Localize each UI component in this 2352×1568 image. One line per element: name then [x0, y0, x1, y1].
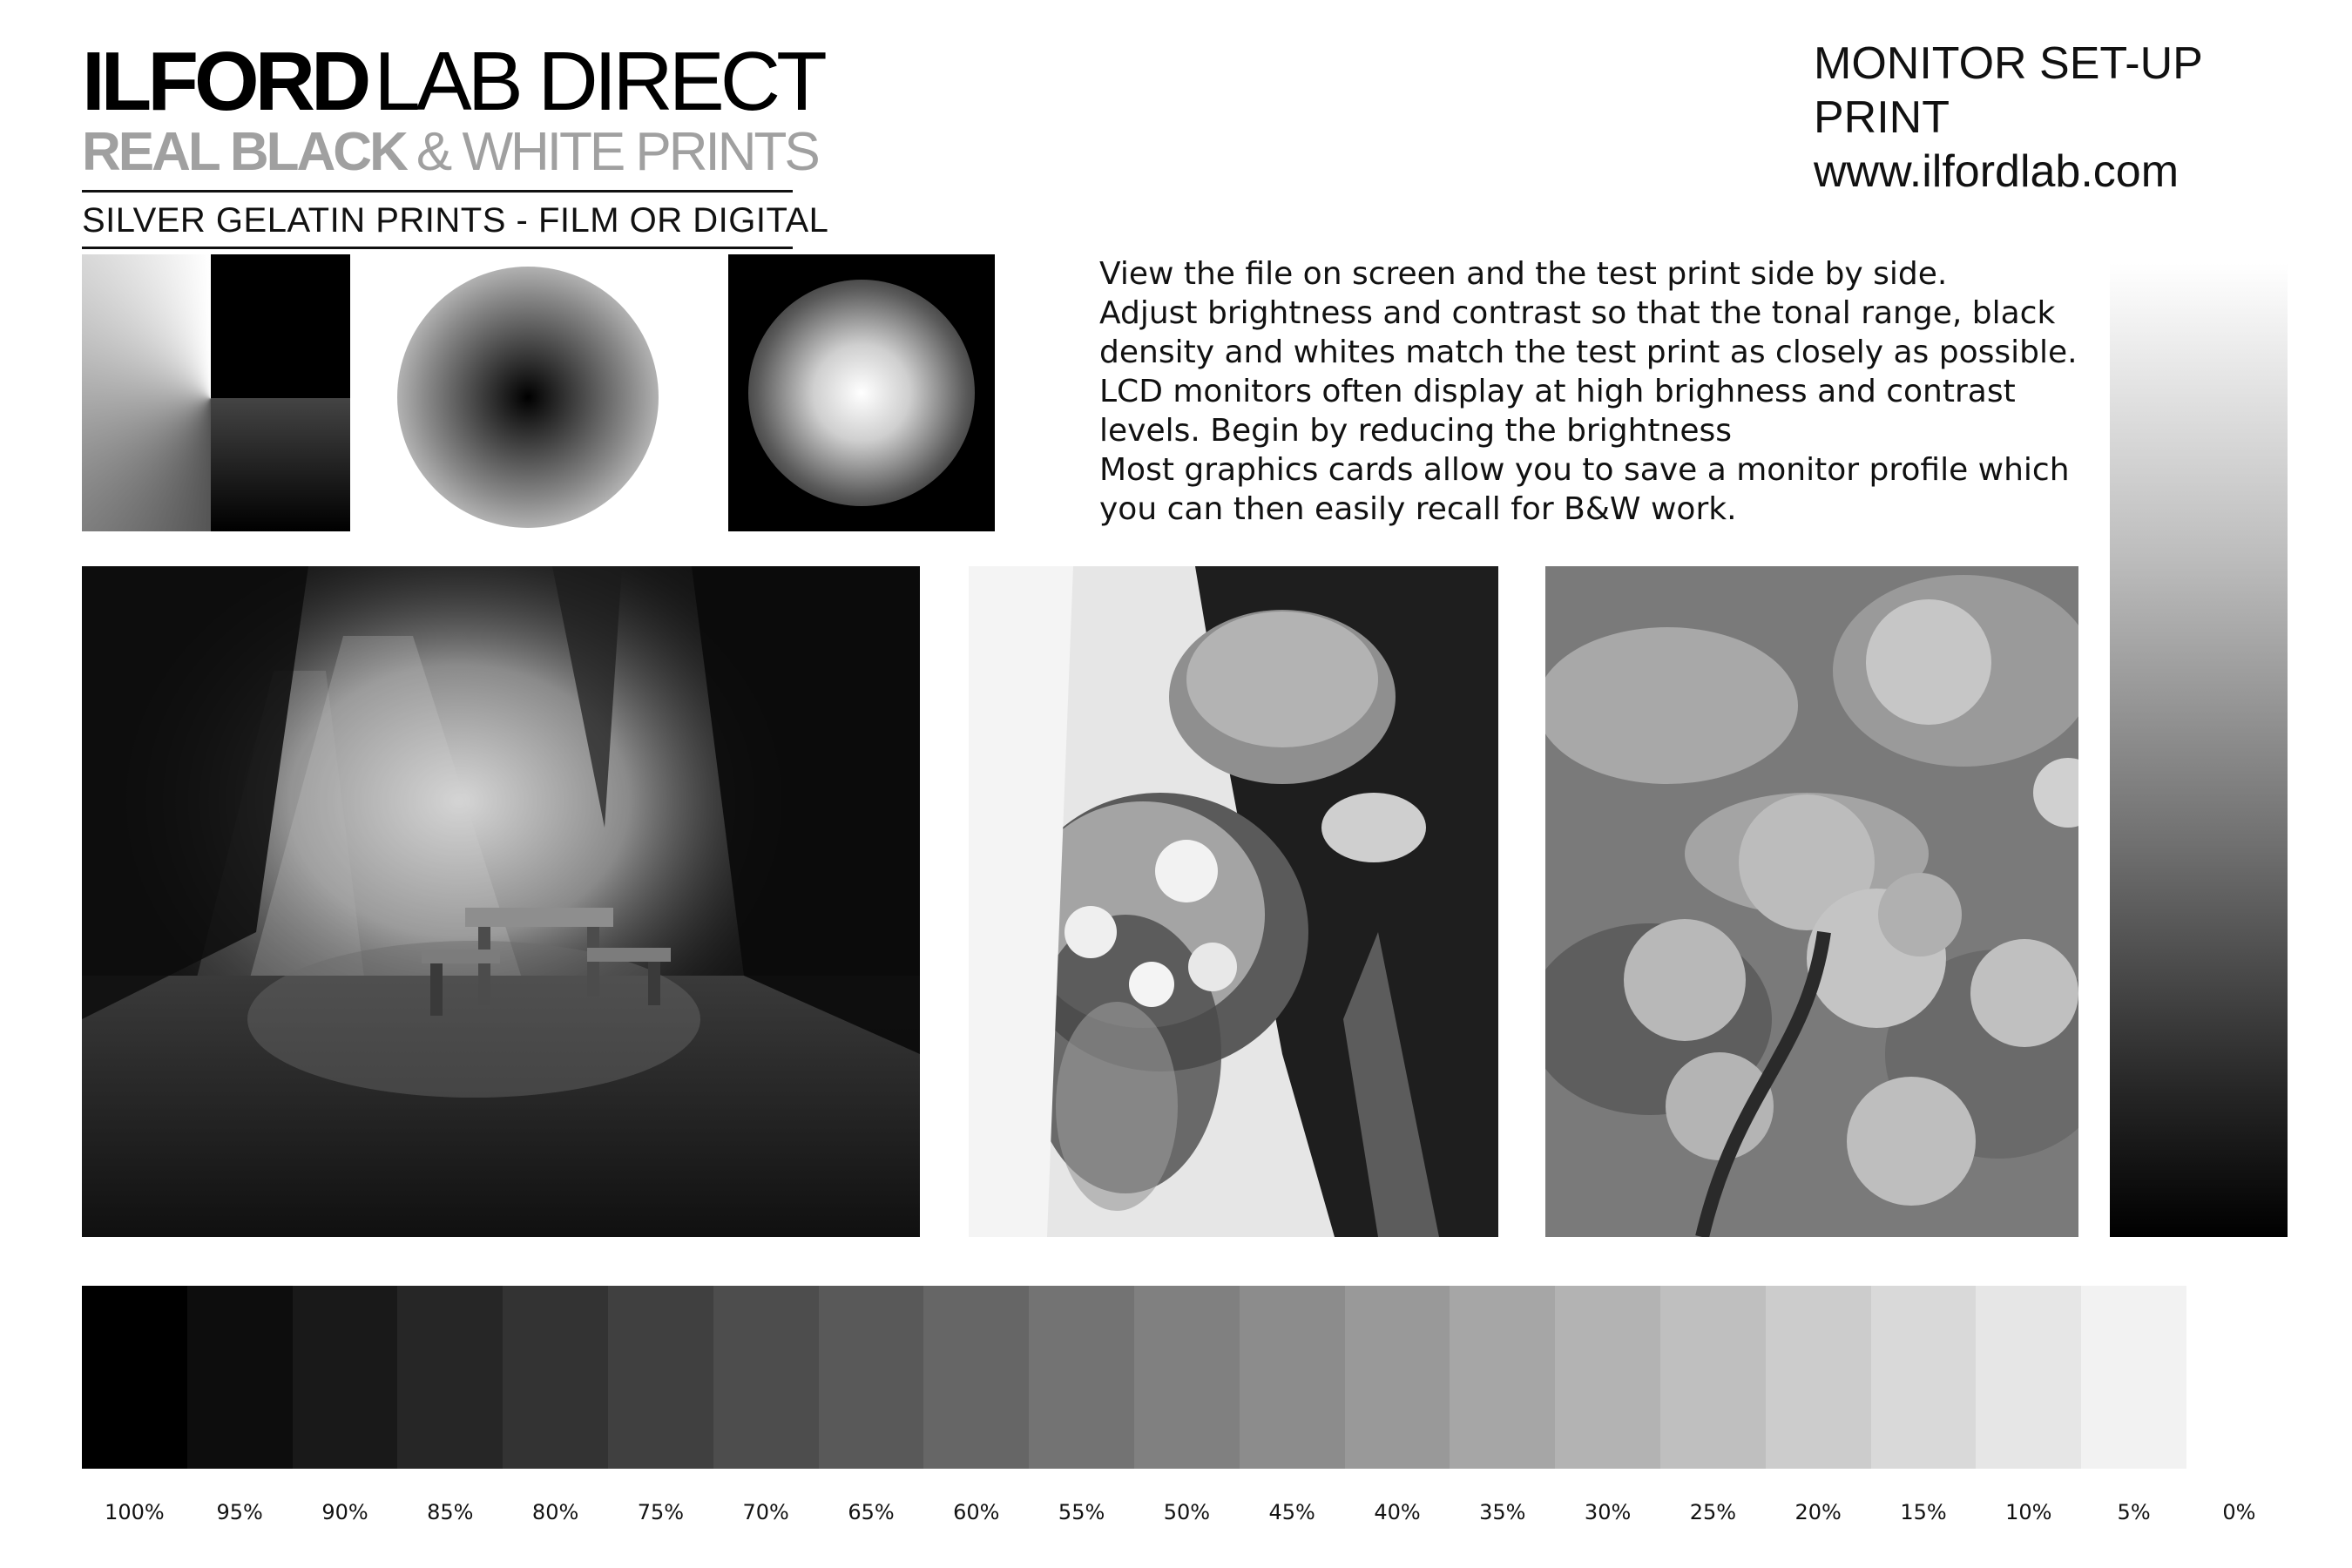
wedge-label: 95%: [216, 1500, 263, 1524]
instruction-line: density and whites match the test print …: [1099, 335, 2078, 370]
wedge-step: [1344, 1286, 1450, 1469]
wedge-label: 80%: [531, 1500, 579, 1524]
logo-ilford: ILFORD: [82, 35, 371, 128]
wedge-step: [2081, 1286, 2186, 1469]
wedge-label: 100%: [105, 1500, 165, 1524]
logo-lab-direct: LAB DIRECT: [374, 35, 827, 128]
wedge-step: [1450, 1286, 1556, 1469]
wedge-label: 70%: [742, 1500, 789, 1524]
wedge-step: [186, 1286, 293, 1469]
wedge-label: 85%: [427, 1500, 474, 1524]
wedge-step: [82, 1286, 187, 1469]
wedge-step: [1976, 1286, 2082, 1469]
wedge-step: [1133, 1286, 1240, 1469]
wedge-step: [713, 1286, 819, 1469]
radial-light-center-swatch: [728, 254, 995, 531]
wedge-label: 5%: [2117, 1500, 2151, 1524]
wedge-step: [1555, 1286, 1660, 1469]
logo-underline: [82, 247, 793, 249]
wedge-label: 35%: [1479, 1500, 1526, 1524]
logo-divider: [82, 190, 793, 193]
logo-wordmark: ILFORDLAB DIRECT: [82, 40, 828, 124]
logo-real-black: REAL BLACK: [82, 122, 409, 182]
wedge-label: 90%: [321, 1500, 368, 1524]
header-title-block: MONITOR SET-UP PRINT www.ilfordlab.com: [1814, 37, 2301, 199]
instruction-line: you can then easily recall for B&W work.: [1099, 491, 1737, 527]
wedge-step: [1029, 1286, 1134, 1469]
wedge-label: 0%: [2222, 1500, 2256, 1524]
instruction-line: LCD monitors often display at high brigh…: [1099, 374, 2016, 409]
instructions-text: View the file on screen and the test pri…: [1099, 254, 2078, 529]
website-url: www.ilfordlab.com: [1814, 146, 2180, 197]
instruction-line: levels. Begin by reducing the brightness: [1099, 413, 1732, 449]
logo-white-prints: & WHITE PRINTS: [416, 122, 821, 182]
wedge-label: 30%: [1584, 1500, 1632, 1524]
wedge-step: [397, 1286, 504, 1469]
logo-tagline: REAL BLACK & WHITE PRINTS: [82, 122, 821, 182]
wedge-label: 50%: [1163, 1500, 1211, 1524]
wedge-step: [923, 1286, 1030, 1469]
wedge-label: 55%: [1058, 1500, 1105, 1524]
forest-bench-photo: [82, 566, 920, 1237]
wedge-step: [292, 1286, 398, 1469]
wedge-step: [503, 1286, 608, 1469]
wedge-step: [818, 1286, 924, 1469]
wedge-step: [607, 1286, 713, 1469]
wedge-label: 25%: [1689, 1500, 1737, 1524]
wedge-label: 60%: [953, 1500, 1000, 1524]
logo: ILFORDLAB DIRECT REAL BLACK & WHITE PRINT…: [82, 40, 829, 249]
wedding-bouquet-photo: [969, 566, 1498, 1237]
page-title: MONITOR SET-UP PRINT: [1814, 38, 2202, 143]
wedge-label: 15%: [1900, 1500, 1947, 1524]
wedge-label: 10%: [2005, 1500, 2052, 1524]
wedge-step: [1870, 1286, 1977, 1469]
instruction-line: Most graphics cards allow you to save a …: [1099, 452, 2070, 488]
wedge-step: [1659, 1286, 1766, 1469]
conic-gradient-swatch: [82, 254, 350, 531]
wedge-step: [1765, 1286, 1871, 1469]
dark-corner-block: [210, 398, 350, 531]
wedge-label: 45%: [1268, 1500, 1315, 1524]
logo-subtitle: SILVER GELATIN PRINTS - FILM OR DIGITAL: [82, 201, 829, 240]
wedge-step: [1239, 1286, 1345, 1469]
wedge-label: 40%: [1374, 1500, 1421, 1524]
step-wedge: [82, 1286, 2186, 1469]
instruction-line: View the file on screen and the test pri…: [1099, 256, 1948, 292]
wedge-label: 20%: [1794, 1500, 1842, 1524]
wedge-label: 65%: [848, 1500, 895, 1524]
instruction-line: Adjust brightness and contrast so that t…: [1099, 295, 2056, 331]
vertical-gradient-strip: [2110, 263, 2288, 1237]
apples-branch-photo: [1545, 566, 2078, 1237]
light-glow: [748, 280, 975, 506]
wedge-label: 75%: [637, 1500, 685, 1524]
radial-dark-center-swatch: [397, 267, 659, 528]
step-wedge-labels: 100% 95% 90% 85% 80% 75% 70% 65% 60% 55% 50% 45% 40%…: [82, 1500, 2295, 1535]
